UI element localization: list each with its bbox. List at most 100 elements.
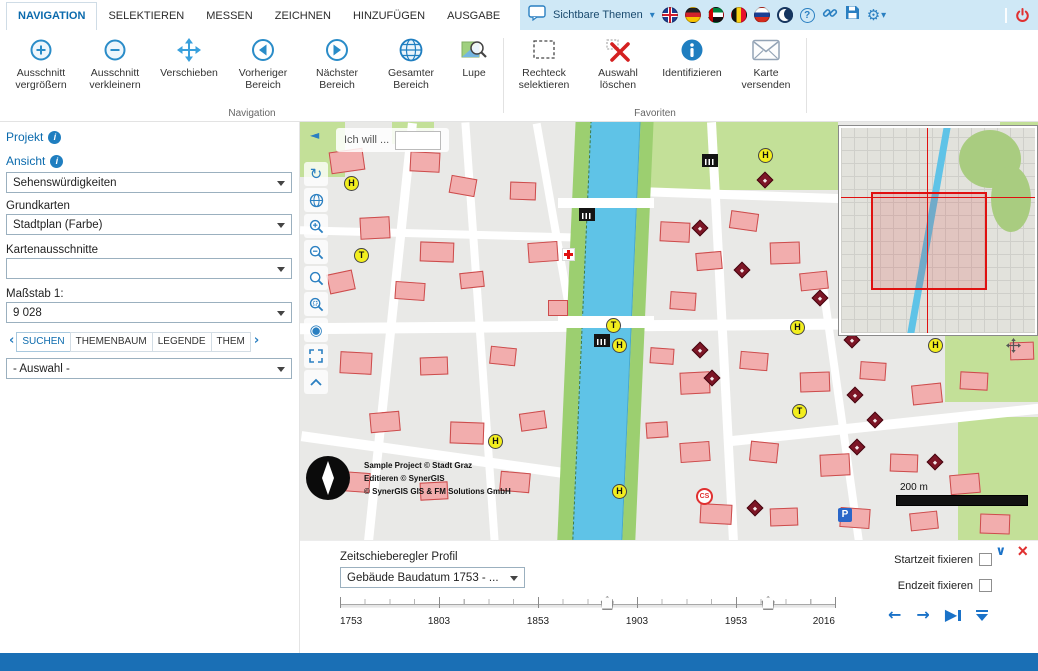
info-icon[interactable]: i — [48, 131, 61, 144]
iwill-input[interactable] — [395, 131, 441, 150]
visible-themes-label[interactable]: Sichtbare Themen — [553, 9, 643, 21]
tab-selektieren[interactable]: SELEKTIEREN — [97, 3, 195, 30]
map-marker-poi-t[interactable]: T — [606, 318, 621, 333]
map-bld — [911, 382, 943, 405]
help-icon[interactable]: ? — [800, 8, 815, 23]
overview-extent-rectangle[interactable] — [871, 192, 987, 290]
map-zoom-in-icon[interactable] — [304, 214, 328, 238]
map-marker-museum[interactable] — [594, 334, 610, 347]
map-zoom-out-icon[interactable] — [304, 240, 328, 264]
map-refresh-icon[interactable]: ↻ — [304, 162, 328, 186]
crescent-moon-icon[interactable] — [777, 7, 793, 23]
step-back-button[interactable]: ← — [888, 607, 901, 623]
full-extent-button[interactable]: Gesamter Bereich — [374, 30, 448, 91]
tab-zeichnen[interactable]: ZEICHNEN — [264, 3, 342, 30]
map-marker-poi-h[interactable]: H — [928, 338, 943, 353]
visible-themes-caret-icon[interactable]: ▾ — [650, 10, 655, 21]
flag-uk-icon[interactable] — [662, 7, 678, 23]
speech-bubble-icon[interactable] — [528, 5, 546, 26]
app-window: NAVIGATION SELEKTIEREN MESSEN ZEICHNEN H… — [0, 0, 1038, 671]
tab-ausgabe[interactable]: AUSGABE — [436, 3, 511, 30]
sidebar-tab-cut[interactable]: THEM — [211, 332, 251, 352]
tab-messen[interactable]: MESSEN — [195, 3, 263, 30]
select-rectangle-button[interactable]: Rechteck selektieren — [507, 30, 581, 91]
sidebar-collapse-icon[interactable]: ◄ — [310, 128, 319, 142]
tick-mark — [538, 597, 539, 608]
flag-ae-icon[interactable] — [708, 7, 724, 23]
tabs-scroll-right-icon[interactable]: › — [251, 332, 262, 352]
view-label: Ansicht i — [6, 154, 63, 168]
map-marker-poi-h[interactable]: H — [488, 434, 503, 449]
view-select[interactable]: Sehenswürdigkeiten — [6, 172, 292, 193]
link-icon[interactable] — [822, 5, 838, 26]
flag-be-icon[interactable] — [731, 7, 747, 23]
settings-caret-icon: ▾ — [881, 10, 886, 21]
map-bridge — [558, 198, 654, 208]
map-marker-poi-t[interactable]: T — [354, 248, 369, 263]
map-marker-museum[interactable] — [579, 208, 595, 221]
magnifier-button[interactable]: Lupe — [448, 30, 500, 79]
map-marker-diamond[interactable] — [747, 500, 764, 517]
map-marker-poi-h[interactable]: H — [758, 148, 773, 163]
time-slider-track[interactable] — [340, 604, 835, 608]
prev-extent-button[interactable]: Vorheriger Bereich — [226, 30, 300, 91]
flag-ru-icon[interactable] — [754, 7, 770, 23]
sidebar-tab-suchen[interactable]: SUCHEN — [16, 332, 70, 352]
tick-label: 1853 — [527, 616, 549, 627]
info-icon[interactable]: i — [50, 155, 63, 168]
map-zoom-select-icon[interactable] — [304, 292, 328, 316]
selection-select[interactable]: - Auswahl - — [6, 358, 292, 379]
map-bld — [489, 346, 517, 367]
play-button[interactable]: ▶ — [945, 607, 961, 623]
tab-hinzufuegen[interactable]: HINZUFÜGEN — [342, 3, 436, 30]
map-marker-diamond[interactable] — [847, 387, 864, 404]
sidebar-tab-legende[interactable]: LEGENDE — [152, 332, 212, 352]
map-marker-redcross[interactable] — [562, 248, 575, 261]
map-extents-select[interactable] — [6, 258, 292, 279]
map-center-icon[interactable]: ◉ — [304, 318, 328, 342]
magnifier-map-icon — [461, 36, 487, 64]
map-marker-diamond[interactable] — [849, 439, 866, 456]
collapse-range-icon[interactable] — [976, 610, 988, 621]
pan-button[interactable]: Verschieben — [152, 30, 226, 79]
map-marker-poi-t[interactable]: T — [792, 404, 807, 419]
zoom-extent-in-button[interactable]: Ausschnitt vergrößern — [4, 30, 78, 91]
map-marker-diamond[interactable] — [757, 172, 774, 189]
overview-pan-icon[interactable] — [1006, 338, 1021, 358]
map-marker-parking[interactable]: P — [838, 508, 852, 522]
map-viewport[interactable]: HHHHHHHTTTCSP ◄ Ich will ... ↻ ◉ — [300, 122, 1038, 540]
map-marker-museum[interactable] — [702, 154, 718, 167]
map-marker-cs[interactable]: CS — [696, 488, 713, 505]
map-marker-poi-h[interactable]: H — [344, 176, 359, 191]
scale-select[interactable]: 9 028 — [6, 302, 292, 323]
map-full-extent-icon[interactable] — [304, 188, 328, 212]
overview-map[interactable] — [838, 125, 1038, 336]
save-icon[interactable] — [845, 5, 860, 25]
map-marker-diamond[interactable] — [692, 220, 709, 237]
map-zoom-window-icon[interactable] — [304, 266, 328, 290]
identify-button[interactable]: Identifizieren — [655, 30, 729, 79]
overview-park — [991, 166, 1031, 232]
dropdown-arrow-icon — [277, 223, 285, 228]
map-fit-icon[interactable] — [304, 344, 328, 368]
map-collapse-up-icon[interactable] — [304, 370, 328, 394]
zoom-extent-out-button[interactable]: Ausschnitt verkleinern — [78, 30, 152, 91]
map-bld — [548, 300, 568, 316]
send-map-button[interactable]: Karte versenden — [729, 30, 803, 91]
basemap-select[interactable]: Stadtplan (Farbe) — [6, 214, 292, 235]
tab-navigation[interactable]: NAVIGATION — [6, 2, 97, 30]
map-marker-poi-h[interactable]: H — [790, 320, 805, 335]
settings-menu[interactable]: ⚙ ▾ — [867, 8, 886, 23]
flag-de-icon[interactable] — [685, 7, 701, 23]
step-forward-button[interactable]: → — [916, 607, 929, 623]
bottom-bar — [0, 653, 1038, 671]
map-marker-poi-h[interactable]: H — [612, 484, 627, 499]
sidebar-tab-themenbaum[interactable]: THEMENBAUM — [70, 332, 153, 352]
next-extent-button[interactable]: Nächster Bereich — [300, 30, 374, 91]
map-marker-diamond[interactable] — [692, 342, 709, 359]
map-marker-diamond[interactable] — [927, 454, 944, 471]
power-icon[interactable] — [1005, 8, 1030, 23]
map-marker-poi-h[interactable]: H — [612, 338, 627, 353]
clear-selection-button[interactable]: Auswahl löschen — [581, 30, 655, 91]
map-marker-diamond[interactable] — [734, 262, 751, 279]
